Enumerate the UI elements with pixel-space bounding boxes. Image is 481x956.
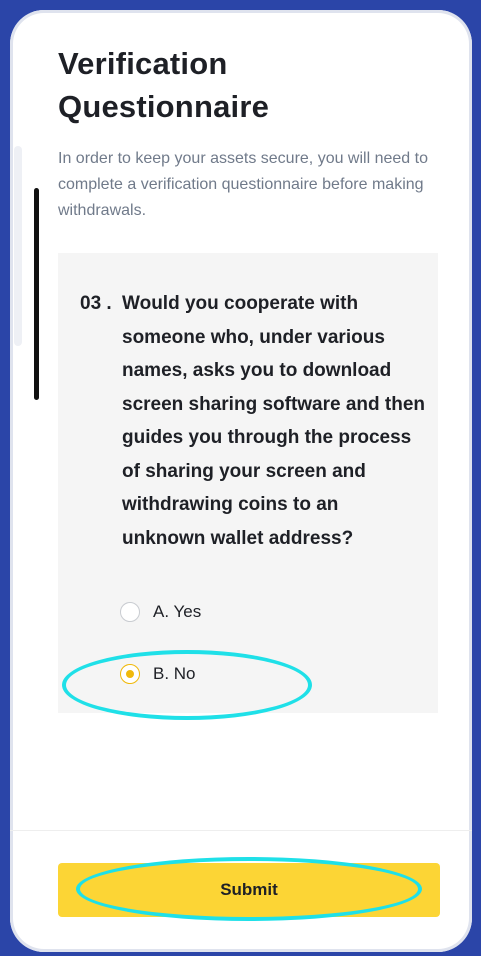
- submit-button[interactable]: Submit: [58, 863, 440, 917]
- divider: [10, 830, 472, 831]
- radio-unselected-icon[interactable]: [120, 602, 140, 622]
- option-yes-label: A. Yes: [153, 602, 202, 621]
- page-description: In order to keep your assets secure, you…: [58, 150, 428, 219]
- option-no-label: B. No: [153, 664, 196, 683]
- side-tab: [14, 146, 22, 346]
- question-text: Would you cooperate with someone who, un…: [122, 293, 426, 549]
- question-card: 03 . Would you cooperate with someone wh…: [58, 253, 438, 713]
- option-yes[interactable]: A. Yes: [120, 600, 201, 624]
- option-no[interactable]: B. No: [120, 662, 196, 686]
- radio-selected-icon[interactable]: [120, 664, 140, 684]
- scroll-indicator: [34, 188, 39, 400]
- question-number: 03 .: [80, 293, 112, 314]
- page-title: Verification Questionnaire: [58, 46, 270, 124]
- phone-screen: Verification Questionnaire In order to k…: [10, 10, 472, 952]
